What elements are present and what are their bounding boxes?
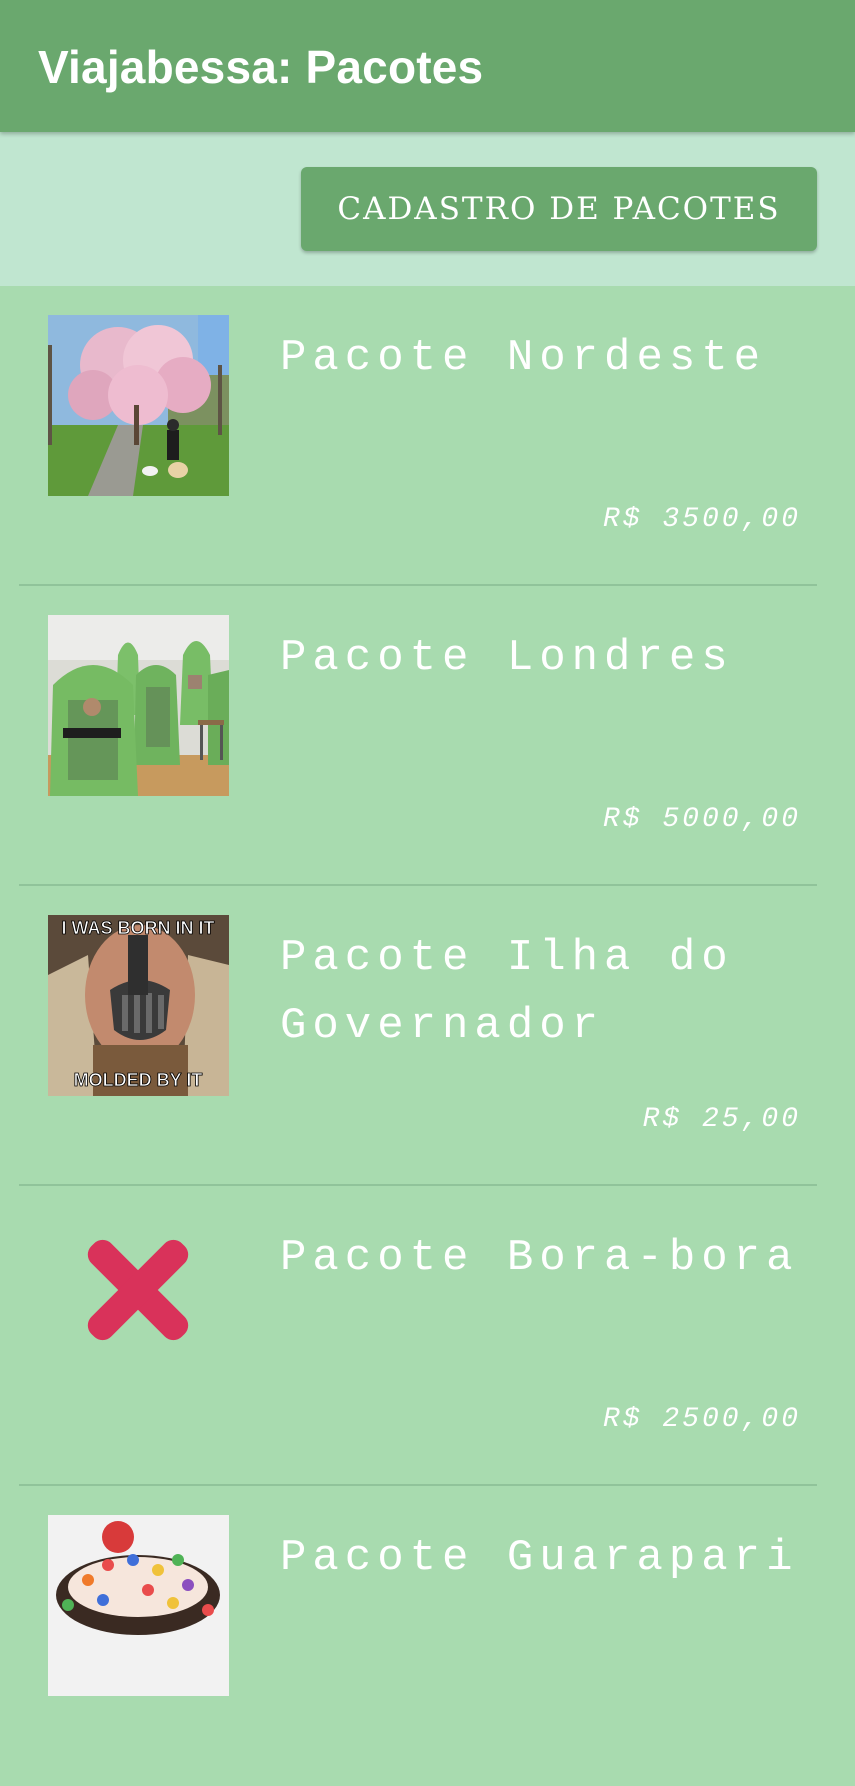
package-name: Pacote Ilha do Governador <box>280 933 734 1051</box>
package-item[interactable]: Pacote Bora-bora R$ 2500,00 <box>0 1186 855 1486</box>
package-name: Pacote Londres <box>280 633 734 683</box>
package-item[interactable]: I WAS BORN IN IT MOLDED BY IT Pacote Ilh… <box>0 886 855 1186</box>
meme-top-text: I WAS BORN IN IT <box>62 918 215 938</box>
package-thumbnail <box>48 615 229 796</box>
cadastro-pacotes-button[interactable]: CADASTRO DE PACOTES <box>301 167 817 251</box>
dessert-bowl-photo <box>48 1515 229 1696</box>
package-price: R$ 25,00 <box>642 1104 801 1135</box>
cherry-blossom-street-photo <box>48 315 229 496</box>
package-name: Pacote Nordeste <box>280 333 767 383</box>
package-name: Pacote Bora-bora <box>280 1233 799 1283</box>
package-item[interactable]: Pacote Londres R$ 5000,00 <box>0 586 855 886</box>
package-item[interactable]: Pacote Guarapari <box>0 1486 855 1786</box>
toolbar: CADASTRO DE PACOTES <box>0 132 855 286</box>
package-thumbnail <box>48 1215 229 1396</box>
package-price: R$ 5000,00 <box>602 804 801 835</box>
app-title: Viajabessa: Pacotes <box>38 41 484 93</box>
close-x-icon <box>87 1239 189 1341</box>
meme-bottom-text: MOLDED BY IT <box>74 1070 203 1090</box>
package-item[interactable]: Pacote Nordeste R$ 3500,00 <box>0 286 855 586</box>
package-thumbnail: I WAS BORN IN IT MOLDED BY IT <box>48 915 229 1096</box>
app-bar: Viajabessa: Pacotes <box>0 0 855 132</box>
package-price: R$ 3500,00 <box>602 504 801 535</box>
package-thumbnail <box>48 1515 229 1696</box>
package-name: Pacote Guarapari <box>280 1533 799 1583</box>
package-thumbnail <box>48 315 229 496</box>
package-price: R$ 2500,00 <box>602 1404 801 1435</box>
bane-meme: I WAS BORN IN IT MOLDED BY IT <box>48 915 229 1096</box>
package-list: Pacote Nordeste R$ 3500,00 Pacote Londre… <box>0 286 855 1786</box>
green-booths-room-photo <box>48 615 229 796</box>
